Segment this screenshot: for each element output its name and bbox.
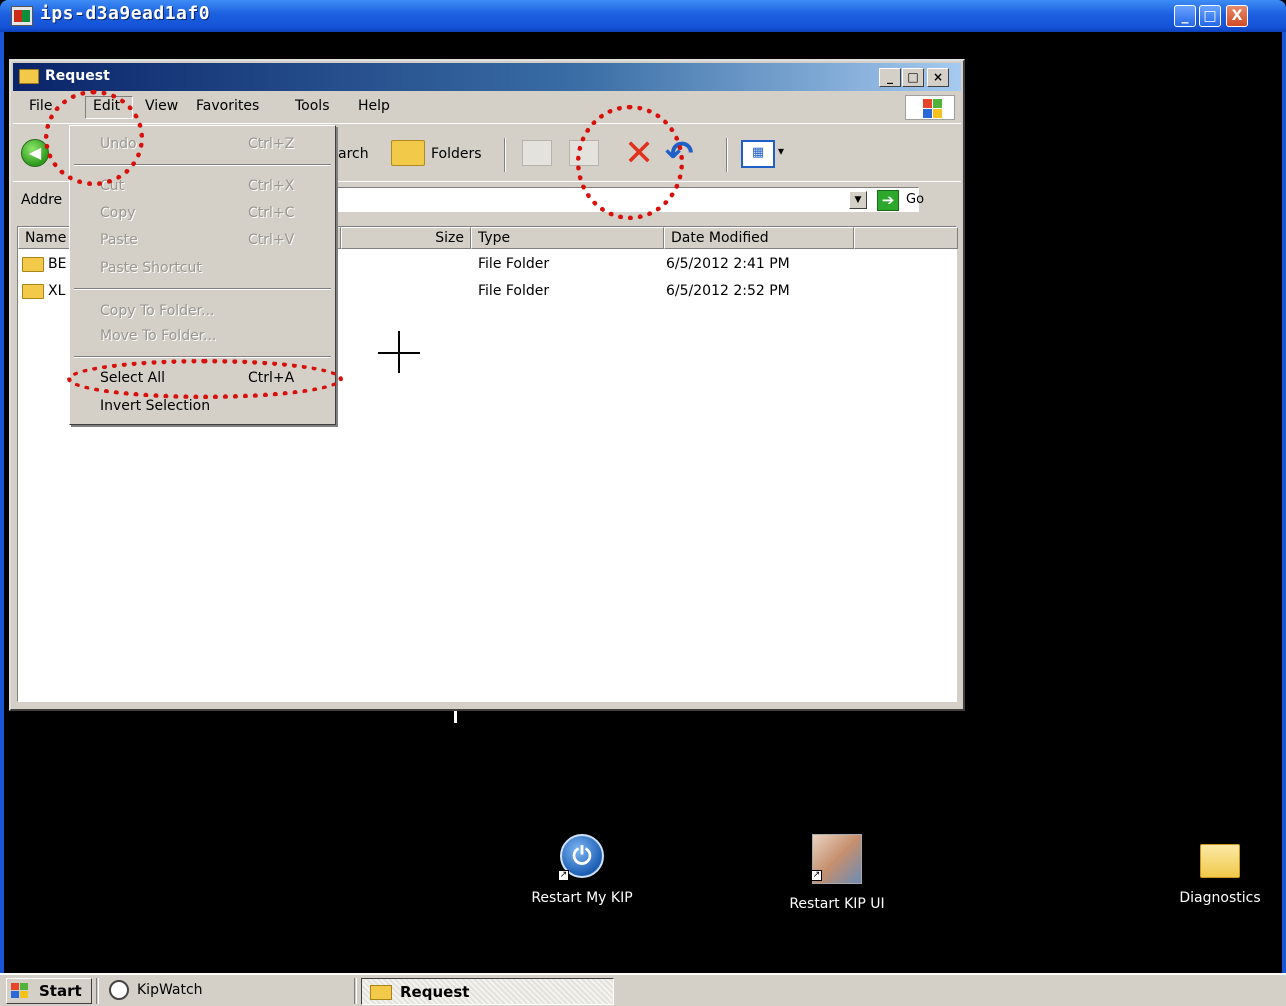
menu-bar: File Edit View Favorites Tools Help bbox=[13, 92, 961, 120]
column-header-type[interactable]: Type bbox=[471, 227, 664, 249]
address-dropdown-icon[interactable]: ▼ bbox=[849, 191, 867, 209]
views-icon[interactable]: ▦ bbox=[741, 140, 775, 168]
taskbar-kipwatch[interactable]: KipWatch bbox=[103, 978, 353, 1004]
menu-item-copy-to-folder[interactable]: Copy To Folder... bbox=[70, 299, 335, 325]
annotation-circle-select-all bbox=[67, 359, 343, 399]
outer-minimize-button[interactable]: _ bbox=[1174, 5, 1196, 27]
start-button[interactable]: Start bbox=[6, 978, 92, 1004]
desktop-icon-diagnostics[interactable]: Diagnostics bbox=[1170, 838, 1270, 906]
address-label: Addre bbox=[21, 192, 63, 208]
row-name: XL bbox=[48, 283, 66, 299]
explorer-title: Request bbox=[45, 68, 110, 84]
shortcut-arrow-icon: ↗ bbox=[558, 870, 569, 881]
outer-window-title: ips-d3a9ead1af0 bbox=[40, 3, 211, 24]
taskbar-request[interactable]: Request bbox=[361, 978, 614, 1005]
menu-help[interactable]: Help bbox=[358, 98, 390, 114]
menu-item-shortcut: Ctrl+X bbox=[248, 178, 295, 194]
clock-icon bbox=[109, 980, 129, 1000]
outer-close-button[interactable]: X bbox=[1226, 5, 1248, 27]
menu-view[interactable]: View bbox=[145, 98, 178, 114]
menu-item-label: Copy bbox=[100, 205, 136, 221]
column-header-size[interactable]: Size bbox=[341, 227, 471, 249]
desktop-icon-label: Restart KIP UI bbox=[789, 896, 885, 912]
menu-tools[interactable]: Tools bbox=[295, 98, 330, 114]
toolbar-separator bbox=[726, 138, 728, 172]
explorer-close-button[interactable]: × bbox=[927, 68, 949, 87]
cursor-mark bbox=[454, 711, 457, 723]
views-dropdown-icon[interactable]: ▾ bbox=[778, 144, 784, 158]
row-date-modified: 6/5/2012 2:41 PM bbox=[666, 256, 790, 272]
shortcut-arrow-icon: ↗ bbox=[811, 870, 822, 881]
column-header-empty bbox=[854, 227, 958, 249]
menu-item-label: Invert Selection bbox=[100, 398, 211, 414]
outer-window-titlebar[interactable]: ips-d3a9ead1af0 _ □ X bbox=[0, 0, 1286, 32]
menu-item-label: Move To Folder... bbox=[100, 328, 217, 344]
row-date-modified: 6/5/2012 2:52 PM bbox=[666, 283, 790, 299]
folder-icon bbox=[22, 257, 44, 272]
row-type: File Folder bbox=[478, 256, 550, 272]
folder-icon bbox=[1200, 844, 1240, 878]
desktop-icon-restart-kip-ui[interactable]: ↗ Restart KIP UI bbox=[775, 834, 899, 912]
row-type: File Folder bbox=[478, 283, 550, 299]
menu-file[interactable]: File bbox=[29, 98, 52, 114]
folder-icon bbox=[370, 985, 392, 1000]
menu-item-copy[interactable]: Copy Ctrl+C bbox=[70, 201, 335, 227]
taskbar-item-label: KipWatch bbox=[137, 982, 203, 998]
vnc-app-icon bbox=[11, 6, 33, 26]
menu-item-shortcut: Ctrl+V bbox=[248, 232, 295, 248]
taskbar-divider bbox=[96, 978, 99, 1004]
menu-item-move-to-folder[interactable]: Move To Folder... bbox=[70, 324, 335, 350]
folder-icon bbox=[22, 284, 44, 299]
menu-item-label: Paste Shortcut bbox=[100, 260, 202, 276]
move-to-icon[interactable] bbox=[522, 140, 552, 166]
folder-icon bbox=[19, 69, 39, 84]
menu-item-shortcut: Ctrl+Z bbox=[248, 136, 295, 152]
explorer-minimize-button[interactable]: _ bbox=[879, 68, 901, 87]
explorer-titlebar[interactable]: Request _ □ × bbox=[13, 63, 961, 91]
annotation-circle-edit-menu bbox=[44, 90, 144, 186]
folders-button[interactable]: Folders bbox=[431, 146, 482, 162]
menu-separator bbox=[74, 356, 331, 358]
desktop-icon-label: Diagnostics bbox=[1179, 890, 1261, 906]
menu-item-paste-shortcut[interactable]: Paste Shortcut bbox=[70, 256, 335, 282]
taskbar-divider bbox=[354, 978, 357, 1004]
folders-icon[interactable] bbox=[391, 140, 425, 166]
menu-item-shortcut: Ctrl+C bbox=[248, 205, 295, 221]
menu-item-paste[interactable]: Paste Ctrl+V bbox=[70, 228, 335, 254]
windows-logo-icon bbox=[905, 95, 955, 120]
menu-separator bbox=[74, 288, 331, 290]
start-label: Start bbox=[39, 982, 82, 1000]
go-icon[interactable]: ➔ bbox=[877, 190, 899, 211]
desktop-icon-label: Restart My KIP bbox=[531, 890, 633, 906]
windows-flag-icon bbox=[11, 983, 29, 999]
outer-maximize-button[interactable]: □ bbox=[1199, 5, 1221, 27]
taskbar: Start KipWatch Request bbox=[0, 973, 1286, 1006]
toolbar-separator bbox=[504, 138, 506, 172]
explorer-maximize-button[interactable]: □ bbox=[902, 68, 924, 87]
row-name: BE bbox=[48, 256, 67, 272]
menu-item-label: Copy To Folder... bbox=[100, 303, 215, 319]
column-header-date-modified[interactable]: Date Modified bbox=[664, 227, 854, 249]
taskbar-empty-area bbox=[616, 978, 1286, 1005]
crosshair-cursor bbox=[398, 331, 400, 373]
search-button[interactable]: arch bbox=[338, 146, 369, 162]
go-button[interactable]: Go bbox=[906, 192, 924, 207]
annotation-circle-delete-undo bbox=[576, 105, 684, 220]
desktop-icon-restart-my-kip[interactable]: ⏻ ↗ Restart My KIP bbox=[520, 834, 644, 906]
menu-favorites[interactable]: Favorites bbox=[196, 98, 259, 114]
taskbar-item-label: Request bbox=[400, 983, 470, 1001]
menu-item-label: Paste bbox=[100, 232, 138, 248]
